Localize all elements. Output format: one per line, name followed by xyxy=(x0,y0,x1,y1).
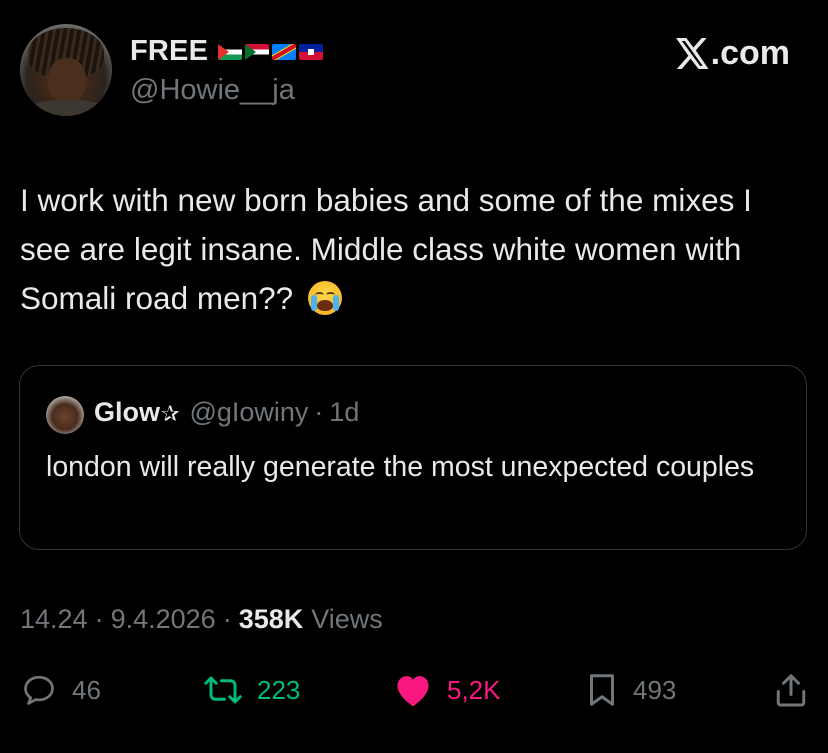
quoted-separator: · xyxy=(314,397,324,427)
views-count[interactable]: 358K xyxy=(239,604,304,635)
reply-count: 46 xyxy=(72,674,101,705)
loudly-crying-face-icon xyxy=(307,281,342,315)
quoted-display-name[interactable]: Glow xyxy=(94,397,160,428)
author-display-name[interactable]: FREE xyxy=(130,35,208,68)
repost-button[interactable]: 223 xyxy=(203,672,300,708)
repost-count: 223 xyxy=(257,674,301,705)
quoted-name-star-icon: ✰ xyxy=(161,401,180,426)
share-button[interactable] xyxy=(774,672,808,708)
meta-separator: · xyxy=(222,604,232,634)
bookmark-button[interactable]: 493 xyxy=(585,672,676,708)
author-avatar[interactable] xyxy=(20,24,112,116)
tweet-date[interactable]: 9.4.2026 xyxy=(111,604,216,635)
dr-congo-flag-icon xyxy=(272,43,297,60)
bookmark-count: 493 xyxy=(633,674,677,705)
author-handle[interactable]: @Howie__ja xyxy=(130,74,295,107)
reply-button[interactable]: 46 xyxy=(20,672,101,708)
tweet-meta: 14.24 · 9.4.2026 · 358K Views xyxy=(20,604,383,635)
tweet-body: I work with new born babies and some of … xyxy=(20,182,752,316)
bookmark-icon xyxy=(590,674,614,706)
author-name-row: FREE xyxy=(130,35,324,68)
quoted-timestamp[interactable]: 1d xyxy=(329,397,359,428)
heart-icon xyxy=(397,676,429,707)
reply-icon xyxy=(24,675,54,705)
quoted-author-row: Glow ✰ @gIowiny · 1d xyxy=(94,397,359,428)
like-count: 5,2K xyxy=(447,674,501,705)
quoted-tweet-text: london will really generate the most une… xyxy=(46,451,755,483)
brand-domain: .com xyxy=(710,34,790,72)
quoted-handle[interactable]: @gIowiny xyxy=(189,397,308,428)
tweet-time[interactable]: 14.24 xyxy=(20,604,88,635)
sudan-flag-icon xyxy=(245,43,270,60)
tweet-text: I work with new born babies and some of … xyxy=(20,176,810,323)
like-button[interactable]: 5,2K xyxy=(393,672,501,708)
haiti-flag-icon xyxy=(299,43,324,60)
palestine-flag-icon xyxy=(218,43,243,60)
repost-icon xyxy=(204,676,242,704)
share-icon xyxy=(776,674,806,707)
quoted-author-avatar[interactable] xyxy=(46,396,84,434)
brand-watermark: .com xyxy=(675,34,790,73)
meta-separator: · xyxy=(94,604,104,634)
author-flags xyxy=(218,43,324,60)
x-logo-icon xyxy=(675,38,709,69)
views-label: Views xyxy=(311,604,383,634)
